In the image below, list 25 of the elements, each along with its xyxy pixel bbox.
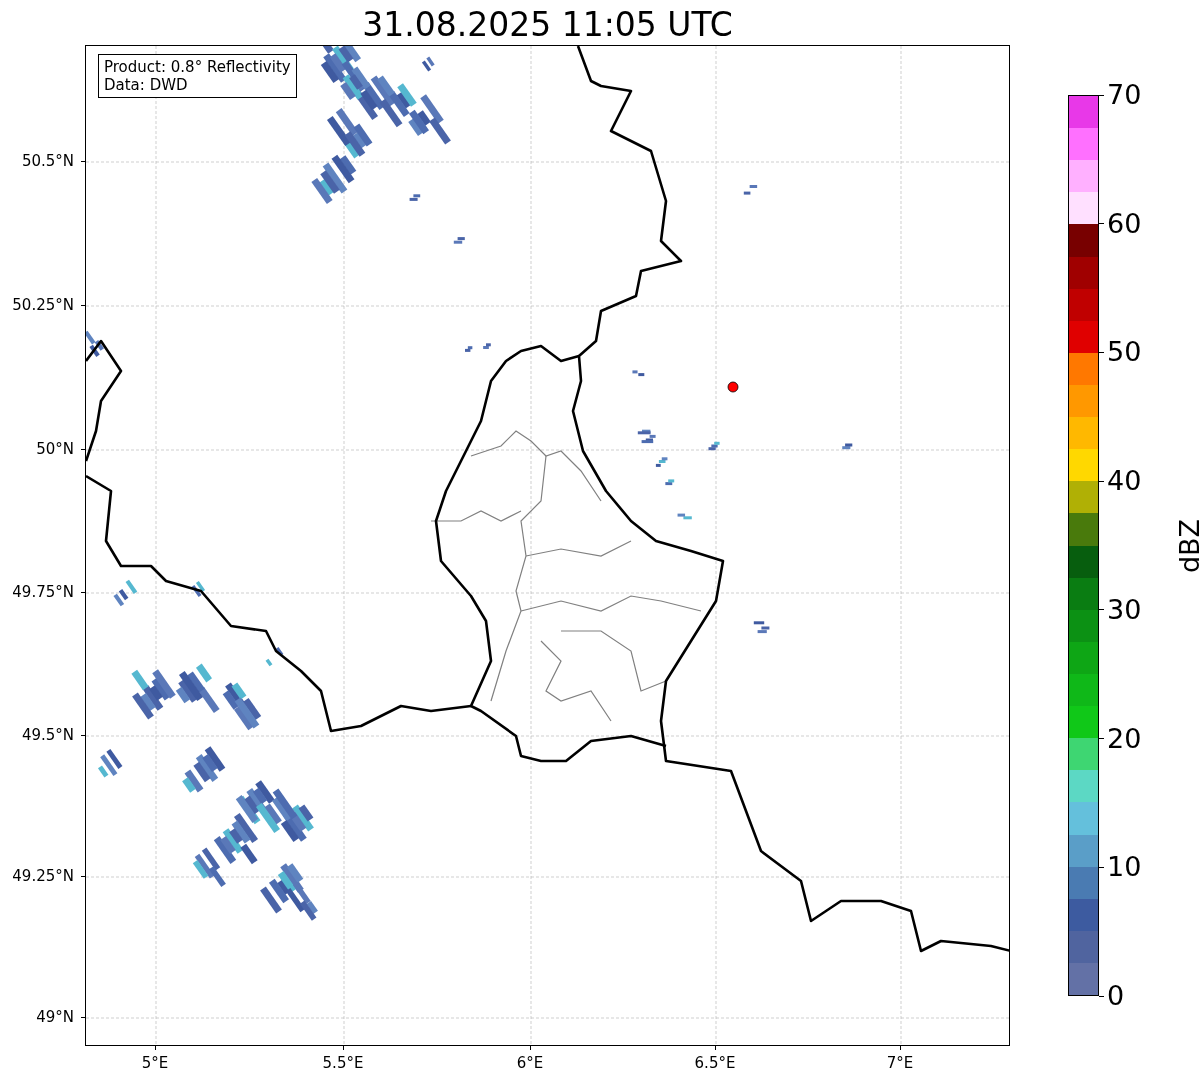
y-tick-label: 50.5°N — [21, 151, 74, 171]
legend-text: Data: DWD — [104, 76, 189, 94]
color-scale-tick-label: 50 — [1107, 336, 1142, 369]
color-scale-tick-label: 0 — [1107, 980, 1125, 1012]
color-scale-tick-label: 70 — [1107, 79, 1142, 111]
y-tick-label: 49.75°N — [12, 582, 74, 602]
color-scale-tick-label: 20 — [1107, 722, 1142, 755]
color-scale-tick-label: 40 — [1107, 465, 1142, 498]
color-scale-tick-label: 10 — [1107, 851, 1142, 884]
y-tick-label: 50.25°N — [12, 295, 74, 315]
y-tick-label: 49.5°N — [21, 725, 74, 745]
legend-text: Product: 0.8° Reflectivity — [104, 58, 291, 76]
x-tick-label: 7°E — [886, 1053, 914, 1073]
x-tick-label: 6°E — [516, 1053, 544, 1073]
y-tick-label: 49.25°N — [12, 866, 74, 886]
location-dot — [727, 381, 739, 393]
y-tick-label: 50°N — [36, 439, 74, 459]
x-tick-label: 5.5°E — [322, 1053, 364, 1073]
x-tick-label: 6.5°E — [694, 1053, 736, 1073]
y-tick-label: 49°N — [36, 1007, 74, 1027]
color-scale-tick-label: 60 — [1107, 207, 1142, 240]
chart-title: 31.08.2025 11:05 UTC — [362, 5, 733, 45]
color-scale-tick-label: 30 — [1107, 593, 1142, 626]
x-tick-label: 5°E — [141, 1053, 169, 1073]
color-scale-title: dBZ — [1174, 518, 1202, 574]
